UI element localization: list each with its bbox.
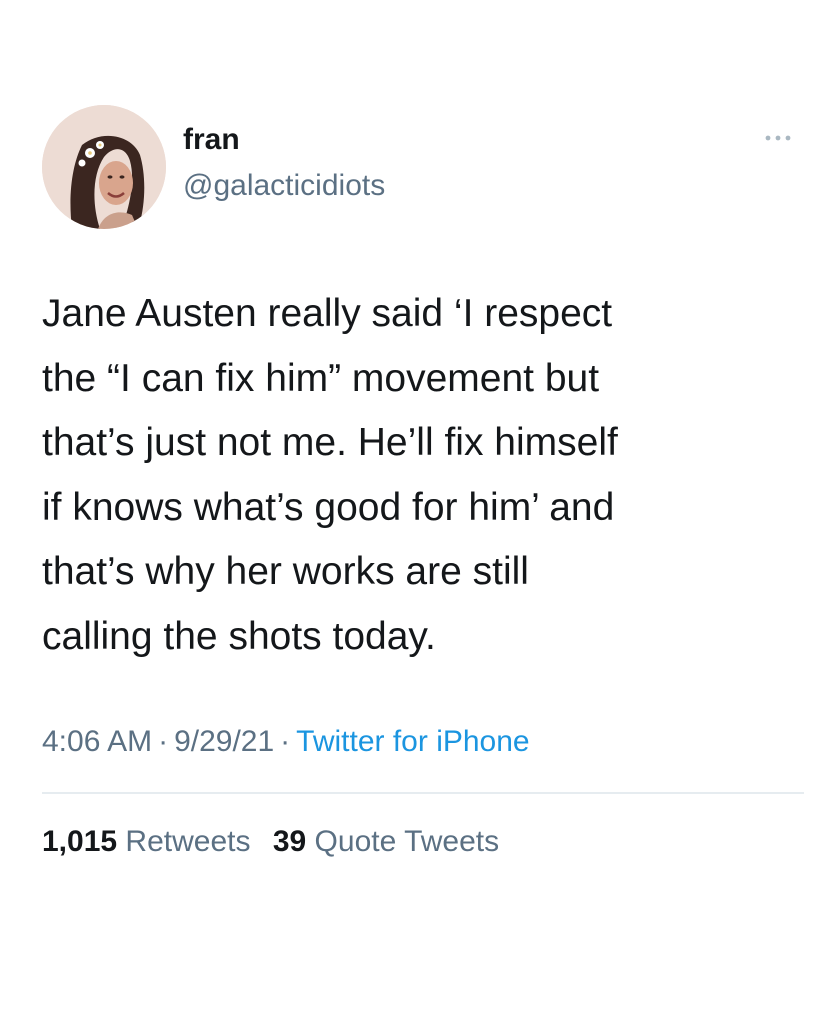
tweet-time[interactable]: 4:06 AM: [42, 725, 152, 758]
retweets-count: 1,015: [42, 825, 118, 858]
tweet-date[interactable]: 9/29/21: [174, 725, 274, 758]
tweet-meta: 4:06 AM · 9/29/21 · Twitter for iPhone: [42, 722, 530, 762]
tweet-text-line: that’s just not me. He’ll fix himself: [42, 421, 618, 464]
quote-tweets-count: 39: [272, 825, 307, 858]
tweet-text-line: calling the shots today.: [42, 614, 436, 658]
tweet-card: fran @galacticidiots Jane Austen really …: [0, 0, 819, 1024]
tweet-stats: 1,015 Retweets 39 Quote Tweets: [42, 822, 513, 862]
tweet-text-line: the “I can fix him” movement but: [42, 356, 600, 400]
more-options-icon[interactable]: [760, 130, 796, 146]
retweets-label: Retweets: [125, 825, 251, 858]
meta-separator: ·: [158, 725, 169, 758]
quote-tweets-label: Quote Tweets: [314, 825, 500, 858]
tweet-text-line: if knows what’s good for him’ and: [42, 485, 615, 529]
author-display-name[interactable]: fran: [183, 122, 240, 158]
quote-tweets-stat[interactable]: 39 Quote Tweets: [273, 822, 499, 862]
tweet-text-line: Jane Austen really said ‘I respect: [42, 292, 613, 335]
author-handle[interactable]: @galacticidiots: [183, 168, 385, 204]
tweet-text: Jane Austen really said ‘I respect the “…: [42, 282, 792, 669]
author-avatar[interactable]: [42, 105, 166, 229]
tweet-source-link[interactable]: Twitter for iPhone: [296, 725, 529, 758]
divider: [42, 792, 804, 794]
avatar-photo-icon: [42, 105, 166, 229]
meta-separator: ·: [280, 725, 291, 758]
tweet-text-line: that’s why her works are still: [42, 550, 529, 593]
retweets-stat[interactable]: 1,015 Retweets: [42, 822, 250, 862]
